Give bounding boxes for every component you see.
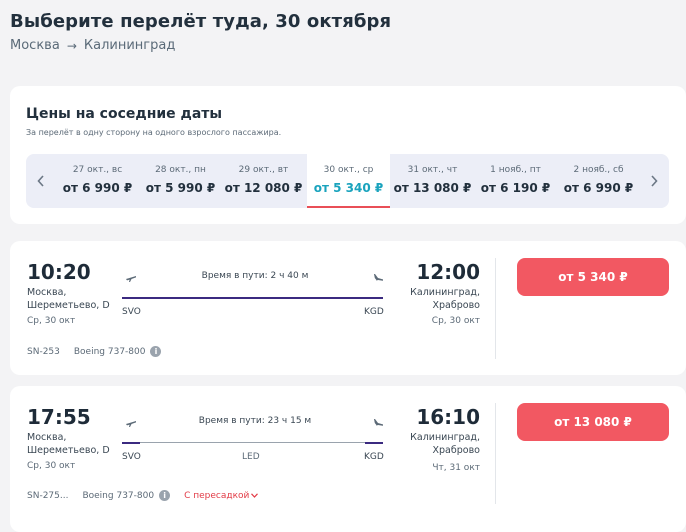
arrival-time: 12:00	[416, 260, 480, 284]
card-divider	[495, 258, 496, 359]
route-track-transfer	[140, 442, 365, 443]
arrival-city: Калининград,	[410, 287, 480, 298]
date-option[interactable]: 27 окт., вс от 6 990 ₽	[56, 154, 139, 208]
plane-takeoff-icon	[125, 417, 137, 429]
date-option-label: 30 окт., ср	[323, 165, 374, 175]
plane-landing-icon	[372, 417, 384, 429]
departure-time: 17:55	[27, 405, 91, 429]
departure-time: 10:20	[27, 260, 91, 284]
date-strip: 27 окт., вс от 6 990 ₽ 28 окт., пн от 5 …	[26, 154, 669, 208]
route-breadcrumb: Москва → Калининград	[10, 38, 175, 53]
date-option-price: от 6 990 ₽	[62, 181, 133, 195]
departure-airport: Шереметьево, D	[27, 445, 110, 456]
nearby-dates-card: Цены на соседние даты За перелёт в одну …	[10, 86, 686, 224]
date-option-price: от 6 990 ₽	[563, 181, 634, 195]
arrival-time: 16:10	[416, 405, 480, 429]
flight-meta: SN-275... Boeing 737-800 i С пересадкой	[27, 490, 259, 501]
flight-card[interactable]: 10:20 Москва, Шереметьево, D Ср, 30 окт …	[10, 241, 686, 375]
date-option-label: 29 окт., вт	[238, 165, 289, 175]
flight-duration: Время в пути: 23 ч 15 м	[198, 416, 312, 426]
date-option-label: 28 окт., пн	[155, 165, 206, 175]
departure-city: Москва,	[27, 287, 67, 298]
date-option-selected[interactable]: 30 окт., ср от 5 340 ₽	[307, 154, 390, 208]
route-track-segment	[122, 442, 140, 444]
date-option[interactable]: 1 нояб., пт от 6 190 ₽	[474, 154, 557, 208]
chevron-left-icon[interactable]	[26, 154, 56, 208]
date-option[interactable]: 29 окт., вт от 12 080 ₽	[222, 154, 305, 208]
nearby-dates-subtitle: За перелёт в одну сторону на одного взро…	[26, 128, 282, 137]
route-from: Москва	[10, 38, 60, 53]
arrival-airport: Храброво	[432, 300, 480, 311]
flight-meta: SN-253 Boeing 737-800 i	[27, 346, 162, 357]
departure-date: Ср, 30 окт	[27, 316, 76, 326]
arrival-airport: Храброво	[432, 445, 480, 456]
route-track-segment	[365, 442, 383, 444]
page-title: Выберите перелёт туда, 30 октября	[10, 11, 392, 32]
flight-number: SN-253	[27, 346, 60, 357]
route-track	[122, 297, 383, 299]
flight-duration: Время в пути: 2 ч 40 м	[201, 271, 309, 281]
select-price-button[interactable]: от 5 340 ₽	[517, 258, 669, 296]
arrival-place: Калининград, Храброво	[410, 431, 480, 457]
chevron-down-icon	[251, 491, 259, 500]
date-option-price: от 12 080 ₽	[224, 181, 303, 195]
departure-place: Москва, Шереметьево, D	[27, 286, 110, 312]
date-option-label: 31 окт., чт	[407, 165, 458, 175]
flight-card[interactable]: 17:55 Москва, Шереметьево, D Ср, 30 окт …	[10, 386, 686, 532]
date-option[interactable]: 28 окт., пн от 5 990 ₽	[139, 154, 222, 208]
chevron-right-icon[interactable]	[639, 154, 669, 208]
aircraft-type: Boeing 737-800	[73, 346, 146, 357]
date-option-price: от 13 080 ₽	[393, 181, 472, 195]
origin-code: SVO	[122, 307, 141, 317]
date-option-label: 2 нояб., сб	[573, 165, 624, 175]
date-option-label: 1 нояб., пт	[490, 165, 541, 175]
aircraft-type: Boeing 737-800	[82, 490, 155, 501]
flight-number: SN-275...	[27, 490, 69, 501]
date-option-price: от 6 190 ₽	[480, 181, 551, 195]
info-icon[interactable]: i	[150, 346, 162, 357]
info-icon[interactable]: i	[159, 490, 171, 501]
arrival-place: Калининград, Храброво	[410, 286, 480, 312]
plane-takeoff-icon	[125, 272, 137, 284]
date-option[interactable]: 31 окт., чт от 13 080 ₽	[391, 154, 474, 208]
destination-code: KGD	[364, 452, 384, 462]
date-option-label: 27 окт., вс	[72, 165, 123, 175]
page-header: Выберите перелёт туда, 30 октября Москва…	[0, 0, 686, 72]
arrival-date: Чт, 31 окт	[432, 463, 480, 473]
card-divider	[495, 403, 496, 504]
plane-landing-icon	[372, 272, 384, 284]
select-price-button[interactable]: от 13 080 ₽	[517, 403, 669, 441]
route-to: Калининград	[83, 38, 176, 53]
transfer-toggle[interactable]: С пересадкой	[184, 490, 259, 501]
date-option-price: от 5 340 ₽	[313, 181, 384, 195]
origin-code: SVO	[122, 452, 141, 462]
arrow-right-icon: →	[66, 38, 77, 53]
nearby-dates-title: Цены на соседние даты	[26, 106, 223, 122]
date-option[interactable]: 2 нояб., сб от 6 990 ₽	[557, 154, 640, 208]
transfer-label: С пересадкой	[184, 490, 250, 501]
departure-date: Ср, 30 окт	[27, 461, 76, 471]
arrival-date: Ср, 30 окт	[431, 316, 480, 326]
departure-airport: Шереметьево, D	[27, 300, 110, 311]
departure-place: Москва, Шереметьево, D	[27, 431, 110, 457]
date-option-price: от 5 990 ₽	[145, 181, 216, 195]
arrival-city: Калининград,	[410, 432, 480, 443]
departure-city: Москва,	[27, 432, 67, 443]
transfer-code: LED	[242, 452, 260, 462]
destination-code: KGD	[364, 307, 384, 317]
